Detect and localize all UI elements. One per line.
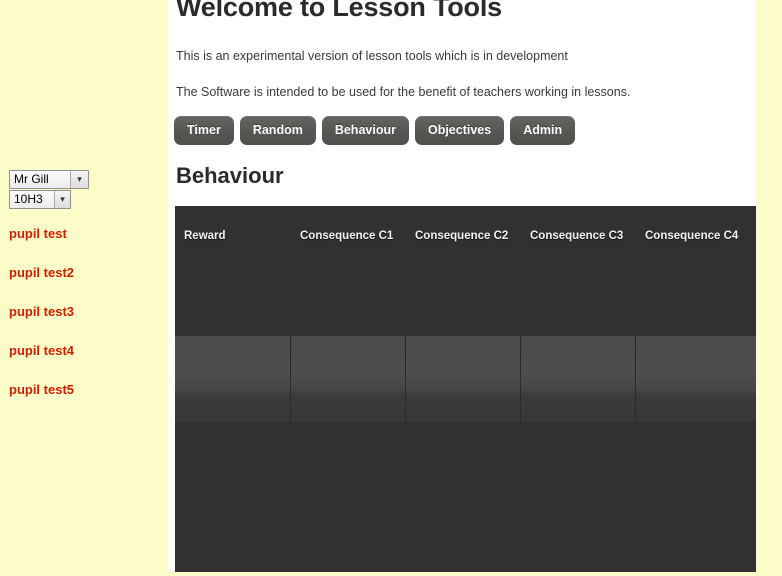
nav-objectives-button[interactable]: Objectives: [414, 116, 505, 145]
behaviour-table-header-row: Reward Consequence C1 Consequence C2 Con…: [175, 206, 756, 335]
cell-reward-value: [175, 336, 290, 348]
cell-consequence-c1[interactable]: [291, 336, 406, 422]
column-header-consequence-c2: Consequence C2: [415, 230, 509, 242]
pupil-link[interactable]: pupil test2: [9, 266, 159, 280]
pupil-link[interactable]: pupil test3: [9, 305, 159, 319]
cell-consequence-c4[interactable]: [636, 336, 756, 422]
page-root: Mr Gill ▾ 10H3 ▾ pupil test pupil test2 …: [0, 0, 782, 576]
teacher-select-value: Mr Gill: [14, 172, 49, 186]
cell-consequence-c2-value: [406, 336, 520, 348]
nav-random-button[interactable]: Random: [239, 116, 316, 145]
column-header-consequence-c1: Consequence C1: [300, 230, 394, 242]
class-select-value: 10H3: [14, 192, 43, 206]
pupil-link[interactable]: pupil test: [9, 227, 159, 241]
teacher-select-wrapper: Mr Gill ▾: [9, 170, 89, 189]
table-row[interactable]: [175, 336, 756, 422]
cell-consequence-c2[interactable]: [406, 336, 521, 422]
cell-reward[interactable]: [175, 336, 291, 422]
right-page-margin: [756, 0, 782, 576]
chevron-down-icon[interactable]: ▾: [54, 191, 70, 208]
teacher-select[interactable]: Mr Gill ▾: [9, 170, 89, 189]
column-header-consequence-c4: Consequence C4: [645, 230, 739, 242]
page-title: Welcome to Lesson Tools: [176, 0, 502, 22]
nav-timer-button[interactable]: Timer: [174, 116, 234, 145]
column-header-reward: Reward: [184, 230, 226, 242]
nav-behaviour-button[interactable]: Behaviour: [321, 116, 409, 145]
cell-consequence-c3-value: [521, 336, 635, 348]
bottom-page-margin: [0, 572, 782, 576]
class-select[interactable]: 10H3 ▾: [9, 190, 71, 209]
chevron-down-icon[interactable]: ▾: [70, 171, 88, 188]
main-navigation: Timer Random Behaviour Objectives Admin: [174, 116, 576, 145]
intro-paragraph-2: The Software is intended to be used for …: [176, 85, 631, 99]
cell-consequence-c4-value: [636, 336, 756, 348]
pupil-link[interactable]: pupil test5: [9, 383, 159, 397]
behaviour-table: Reward Consequence C1 Consequence C2 Con…: [175, 206, 756, 576]
left-sidebar: Mr Gill ▾ 10H3 ▾ pupil test pupil test2 …: [0, 0, 168, 576]
pupil-link[interactable]: pupil test4: [9, 344, 159, 358]
class-select-wrapper: 10H3 ▾: [9, 190, 71, 209]
section-title: Behaviour: [176, 163, 284, 188]
pupil-list: pupil test pupil test2 pupil test3 pupil…: [9, 227, 159, 422]
main-content: Welcome to Lesson Tools This is an exper…: [168, 0, 782, 576]
cell-consequence-c3[interactable]: [521, 336, 636, 422]
cell-consequence-c1-value: [291, 336, 405, 348]
intro-paragraph-1: This is an experimental version of lesso…: [176, 49, 568, 63]
behaviour-table-body: [175, 335, 756, 576]
nav-admin-button[interactable]: Admin: [510, 116, 576, 145]
column-header-consequence-c3: Consequence C3: [530, 230, 624, 242]
